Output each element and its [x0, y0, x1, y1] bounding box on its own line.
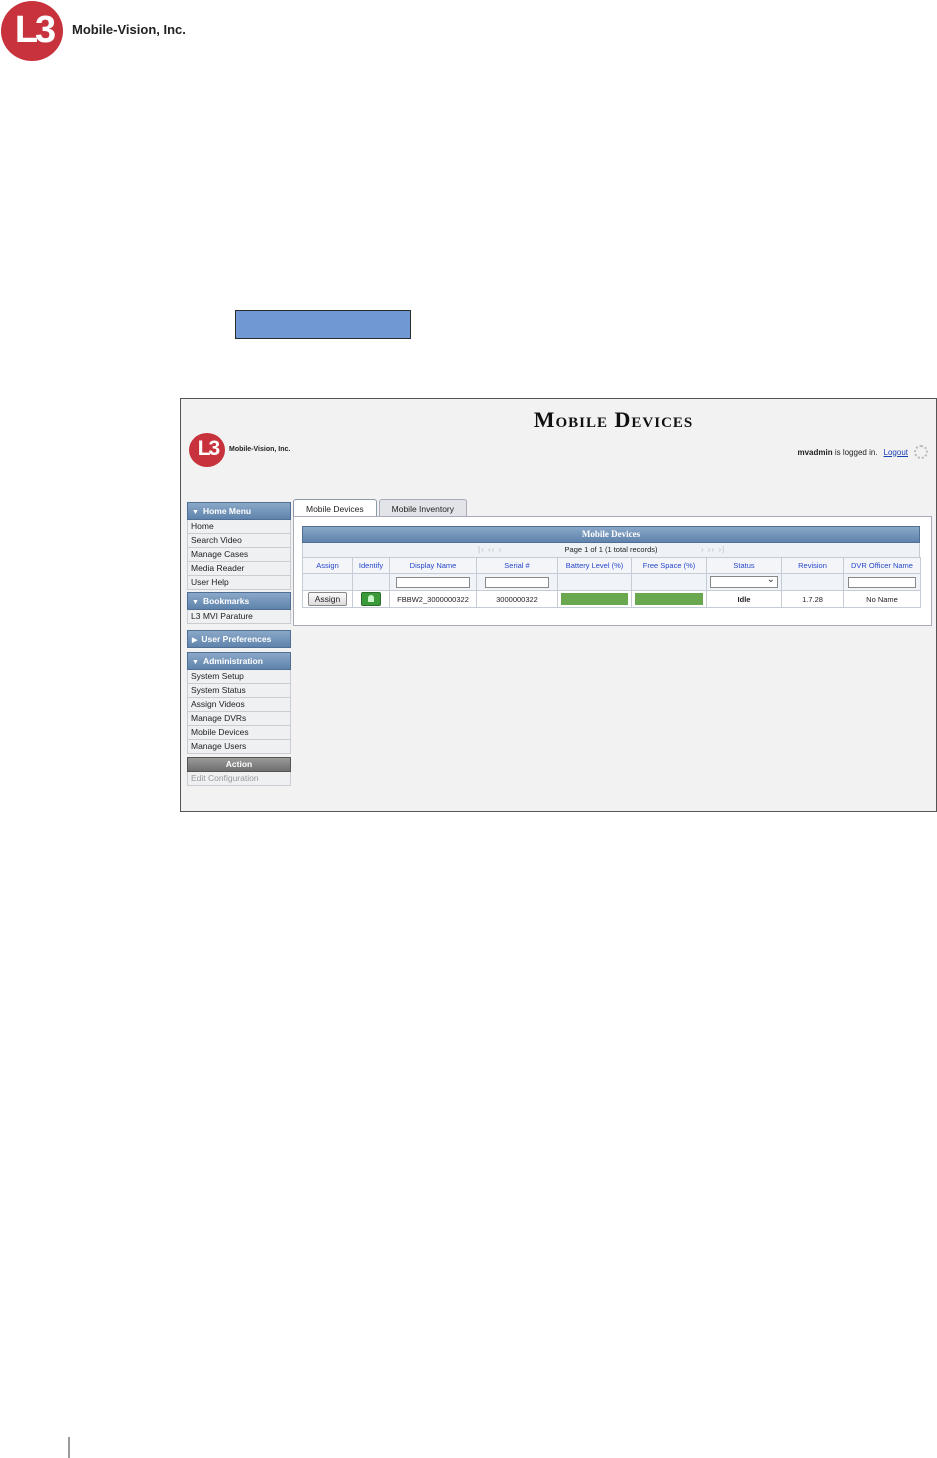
company-name: Mobile-Vision, Inc.: [229, 446, 291, 453]
header-row: Assign Identify Display Name Serial # Ba…: [302, 557, 921, 574]
identify-icon[interactable]: [361, 592, 381, 606]
status-cell: Idle: [706, 590, 782, 608]
spinner-icon: [914, 445, 928, 459]
column-header[interactable]: Battery Level (%): [557, 557, 632, 574]
column-header[interactable]: Revision: [781, 557, 844, 574]
logo-mark: L3: [14, 9, 56, 51]
revision-cell: 1.7.28: [781, 590, 844, 608]
sidebar-item-parature[interactable]: L3 MVI Parature: [187, 610, 291, 624]
column-header[interactable]: Free Space (%): [631, 557, 707, 574]
pager: |‹ ‹‹ ‹ Page 1 of 1 (1 total records) › …: [302, 543, 920, 557]
grid-title: Mobile Devices: [302, 526, 920, 543]
sidebar-item-system-status[interactable]: System Status: [187, 684, 291, 698]
sidebar-header-administration[interactable]: ▼ Administration: [187, 652, 291, 670]
pager-first-prev-icons[interactable]: |‹ ‹‹ ‹: [478, 543, 502, 557]
mobile-devices-screenshot: Mobile Devices L3 Mobile-Vision, Inc. mv…: [180, 398, 937, 812]
logout-link[interactable]: Logout: [884, 448, 908, 457]
serial-cell: 3000000322: [476, 590, 558, 608]
pager-text: Page 1 of 1 (1 total records): [564, 545, 658, 554]
column-header[interactable]: Status: [706, 557, 782, 574]
sidebar-item-manage-users[interactable]: Manage Users: [187, 740, 291, 754]
sidebar-item-assign-videos[interactable]: Assign Videos: [187, 698, 291, 712]
display-name-cell: FBBW2_3000000322: [389, 590, 477, 608]
battery-level-bar: [560, 593, 629, 605]
login-text: is logged in.: [834, 447, 878, 457]
column-header[interactable]: Serial #: [476, 557, 558, 574]
display-name-filter[interactable]: [396, 576, 470, 588]
logo-mark: L3: [197, 437, 221, 460]
serial-filter[interactable]: [485, 576, 549, 588]
filter-row: [302, 573, 921, 591]
status-filter-select[interactable]: [709, 574, 779, 588]
sidebar-header-home-menu[interactable]: ▼ Home Menu: [187, 502, 291, 520]
triangle-down-icon: ▼: [192, 509, 199, 516]
sidebar-item-system-setup[interactable]: System Setup: [187, 670, 291, 684]
sidebar-item-search-video[interactable]: Search Video: [187, 534, 291, 548]
column-header[interactable]: Display Name: [389, 557, 477, 574]
action-item-edit-configuration[interactable]: Edit Configuration: [187, 772, 291, 786]
triangle-down-icon: ▼: [192, 599, 199, 606]
devices-table: Assign Identify Display Name Serial # Ba…: [302, 557, 921, 608]
triangle-down-icon: ▼: [192, 659, 199, 666]
highlight-bar: [235, 310, 411, 339]
sidebar-item-manage-cases[interactable]: Manage Cases: [187, 548, 291, 562]
sidebar: ▼ Home Menu Home Search Video Manage Case…: [187, 500, 291, 786]
sidebar-item-mobile-devices[interactable]: Mobile Devices: [187, 726, 291, 740]
company-logo: L3 Mobile-Vision, Inc.: [0, 0, 200, 62]
sidebar-header-bookmarks[interactable]: ▼ Bookmarks: [187, 592, 291, 610]
tab-bar: Mobile Devices Mobile Inventory: [293, 499, 468, 518]
login-status: mvadmin is logged in. Logout: [797, 445, 928, 459]
username: mvadmin: [797, 447, 833, 457]
officer-cell: No Name: [843, 590, 921, 608]
tab-content: Mobile Devices |‹ ‹‹ ‹ Page 1 of 1 (1 to…: [293, 516, 932, 626]
devices-grid: Mobile Devices |‹ ‹‹ ‹ Page 1 of 1 (1 to…: [302, 526, 921, 608]
free-space-bar: [634, 593, 704, 605]
pager-next-last-icons[interactable]: › ›› ›|: [701, 543, 725, 557]
sidebar-item-home[interactable]: Home: [187, 520, 291, 534]
sidebar-item-manage-dvrs[interactable]: Manage DVRs: [187, 712, 291, 726]
table-row: Assign FBBW2_3000000322 3000000322 Idle …: [302, 590, 921, 608]
assign-button[interactable]: Assign: [307, 592, 348, 606]
sidebar-header-user-preferences[interactable]: ▶ User Preferences: [187, 630, 291, 648]
triangle-right-icon: ▶: [192, 637, 198, 644]
page-title: Mobile Devices: [533, 407, 694, 432]
footer-rule: [68, 1437, 70, 1458]
action-header: Action: [187, 757, 291, 772]
sidebar-item-user-help[interactable]: User Help: [187, 576, 291, 590]
company-name: Mobile-Vision, Inc.: [72, 22, 186, 37]
column-header[interactable]: Identify: [352, 557, 390, 574]
sidebar-item-media-reader[interactable]: Media Reader: [187, 562, 291, 576]
officer-filter[interactable]: [847, 576, 917, 588]
column-header[interactable]: DVR Officer Name: [843, 557, 921, 574]
column-header[interactable]: Assign: [302, 557, 353, 574]
tab-mobile-inventory[interactable]: Mobile Inventory: [378, 499, 468, 517]
